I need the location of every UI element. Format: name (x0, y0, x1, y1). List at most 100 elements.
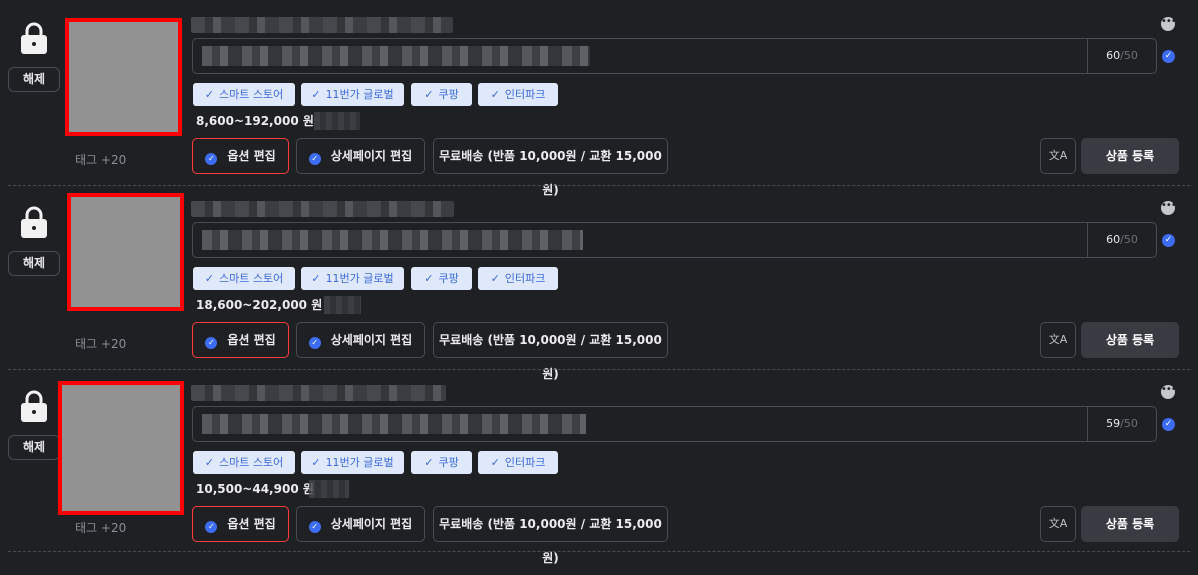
name-length-counter: 59/50 (1087, 407, 1156, 441)
market-chip-label: 인터파크 (504, 456, 546, 469)
check-circle-icon[interactable]: ✓ (1162, 418, 1175, 431)
register-product-button[interactable]: 상품 등록 (1081, 138, 1179, 174)
redacted-info (309, 480, 349, 498)
name-length-current: 60 (1106, 49, 1121, 62)
price-range: 8,600~192,000 원 (196, 114, 314, 128)
lock-icon[interactable] (20, 205, 48, 239)
option-edit-button[interactable]: ✓ 옵션 편집 (192, 506, 289, 542)
redacted-title (191, 385, 446, 401)
product-name-input[interactable]: 60/50 (192, 38, 1157, 74)
row-divider (8, 369, 1190, 370)
unlock-button[interactable]: 해제 (8, 67, 60, 92)
price-range: 18,600~202,000 원 (196, 298, 323, 312)
more-icon[interactable]: ••• (1161, 17, 1177, 31)
market-chip-label: 스마트 스토어 (219, 88, 284, 101)
option-edit-label: 옵션 편집 (227, 333, 276, 347)
redacted-title (191, 201, 454, 217)
check-circle-icon: ✓ (205, 153, 218, 165)
name-length-max: /50 (1120, 49, 1138, 62)
check-circle-icon: ✓ (205, 337, 218, 349)
market-chip-interpark[interactable]: ✓ 인터파크 (478, 267, 558, 290)
check-icon: ✓ (490, 272, 500, 285)
detail-page-edit-label: 상세페이지 편집 (330, 149, 413, 163)
more-icon[interactable]: ••• (1161, 201, 1177, 215)
product-card: 해제 태그 +20 ••• 60/50 ✓ ✓ 스마트 스토어 ✓ 11번가 글로벌… (0, 16, 1198, 200)
check-circle-icon: ✓ (308, 521, 321, 533)
option-edit-button[interactable]: ✓ 옵션 편집 (192, 138, 289, 174)
redacted-info (324, 296, 361, 314)
product-name-input[interactable]: 59/50 (192, 406, 1157, 442)
market-chip-label: 쿠팡 (438, 272, 459, 285)
row-divider (8, 551, 1190, 552)
lock-icon[interactable] (20, 21, 48, 55)
tag-count[interactable]: 태그 +20 (75, 519, 126, 536)
tag-count[interactable]: 태그 +20 (75, 151, 126, 168)
market-chip-smartstore[interactable]: ✓ 스마트 스토어 (193, 451, 295, 474)
register-product-button[interactable]: 상품 등록 (1081, 506, 1179, 542)
check-circle-icon: ✓ (205, 521, 218, 533)
market-chip-label: 쿠팡 (438, 88, 459, 101)
product-thumbnail[interactable] (58, 381, 184, 515)
check-icon: ✓ (204, 456, 214, 469)
tag-count[interactable]: 태그 +20 (75, 335, 126, 352)
market-chip-smartstore[interactable]: ✓ 스마트 스토어 (193, 267, 295, 290)
name-length-max: /50 (1120, 417, 1138, 430)
shipping-button[interactable]: 무료배송 (반품 10,000원 / 교환 15,000원) (433, 322, 668, 381)
market-chip-label: 11번가 글로벌 (325, 272, 394, 285)
name-length-current: 59 (1106, 417, 1121, 430)
market-chip-11st-global[interactable]: ✓ 11번가 글로벌 (301, 267, 404, 290)
market-chip-coupang[interactable]: ✓ 쿠팡 (411, 267, 472, 290)
check-icon: ✓ (311, 88, 321, 101)
check-icon: ✓ (424, 272, 434, 285)
check-circle-icon[interactable]: ✓ (1162, 50, 1175, 63)
market-chip-interpark[interactable]: ✓ 인터파크 (478, 83, 558, 106)
check-icon: ✓ (424, 456, 434, 469)
product-name-input[interactable]: 60/50 (192, 222, 1157, 258)
check-icon: ✓ (490, 88, 500, 101)
product-thumbnail[interactable] (67, 193, 184, 311)
market-chip-11st-global[interactable]: ✓ 11번가 글로벌 (301, 451, 404, 474)
detail-page-edit-label: 상세페이지 편집 (330, 517, 413, 531)
translate-icon[interactable]: 文A (1040, 506, 1076, 542)
translate-icon[interactable]: 文A (1040, 322, 1076, 358)
market-chip-label: 쿠팡 (438, 456, 459, 469)
market-chip-coupang[interactable]: ✓ 쿠팡 (411, 83, 472, 106)
check-icon: ✓ (424, 88, 434, 101)
product-thumbnail[interactable] (65, 18, 182, 136)
register-product-button[interactable]: 상품 등록 (1081, 322, 1179, 358)
name-length-counter: 60/50 (1087, 39, 1156, 73)
option-edit-button[interactable]: ✓ 옵션 편집 (192, 322, 289, 358)
more-icon[interactable]: ••• (1161, 385, 1177, 399)
unlock-button[interactable]: 해제 (8, 251, 60, 276)
lock-icon[interactable] (20, 389, 48, 423)
unlock-button[interactable]: 해제 (8, 435, 60, 460)
name-length-max: /50 (1120, 233, 1138, 246)
detail-page-edit-label: 상세페이지 편집 (330, 333, 413, 347)
name-length-counter: 60/50 (1087, 223, 1156, 257)
translate-icon[interactable]: 文A (1040, 138, 1076, 174)
check-circle-icon[interactable]: ✓ (1162, 234, 1175, 247)
market-chip-11st-global[interactable]: ✓ 11번가 글로벌 (301, 83, 404, 106)
product-card: 해제 태그 +20 ••• 59/50 ✓ ✓ 스마트 스토어 ✓ 11번가 글로벌… (0, 381, 1198, 568)
shipping-button[interactable]: 무료배송 (반품 10,000원 / 교환 15,000원) (433, 506, 668, 565)
detail-page-edit-button[interactable]: ✓ 상세페이지 편집 (296, 322, 425, 358)
market-chip-coupang[interactable]: ✓ 쿠팡 (411, 451, 472, 474)
name-length-current: 60 (1106, 233, 1121, 246)
check-circle-icon: ✓ (308, 153, 321, 165)
redacted-title (191, 17, 453, 33)
market-chip-interpark[interactable]: ✓ 인터파크 (478, 451, 558, 474)
check-icon: ✓ (204, 88, 214, 101)
redacted-name (202, 46, 590, 66)
price-range: 10,500~44,900 원 (196, 482, 314, 496)
market-chip-label: 인터파크 (504, 88, 546, 101)
detail-page-edit-button[interactable]: ✓ 상세페이지 편집 (296, 506, 425, 542)
check-icon: ✓ (311, 456, 321, 469)
option-edit-label: 옵션 편집 (227, 149, 276, 163)
market-chip-smartstore[interactable]: ✓ 스마트 스토어 (193, 83, 295, 106)
redacted-name (202, 414, 586, 434)
product-card: 해제 태그 +20 ••• 60/50 ✓ ✓ 스마트 스토어 ✓ 11번가 글로벌… (0, 193, 1198, 384)
market-chip-label: 11번가 글로벌 (325, 456, 394, 469)
market-chip-label: 11번가 글로벌 (325, 88, 394, 101)
detail-page-edit-button[interactable]: ✓ 상세페이지 편집 (296, 138, 425, 174)
shipping-button[interactable]: 무료배송 (반품 10,000원 / 교환 15,000원) (433, 138, 668, 197)
